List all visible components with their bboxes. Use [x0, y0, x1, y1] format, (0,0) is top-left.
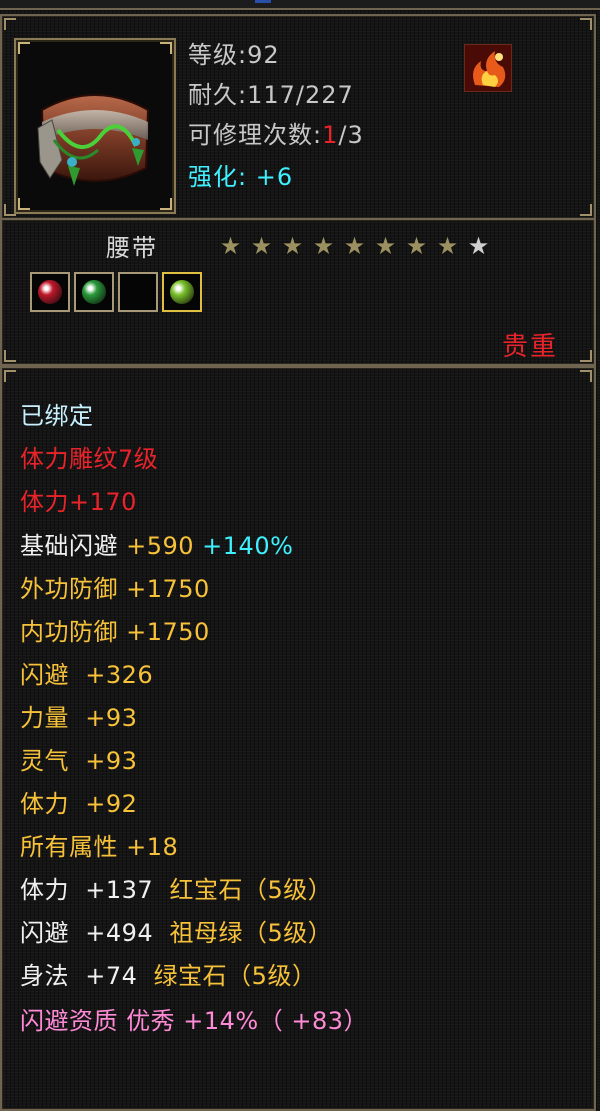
attribute-panel [0, 366, 596, 1111]
ext-def-line: 外功防御 +1750 [20, 573, 210, 605]
gem-level: （5级） [242, 919, 333, 947]
gem-slot-red[interactable] [30, 272, 70, 312]
enhance-value: +6 [255, 163, 294, 191]
corner-ornament [4, 350, 16, 362]
repair-total: /3 [338, 121, 364, 149]
gem-slot-emerald[interactable] [74, 272, 114, 312]
attr-value: +93 [69, 704, 138, 732]
gem-icon [82, 280, 106, 304]
all-attributes-line: 所有属性 +18 [20, 831, 178, 863]
attr-value: +1750 [118, 575, 210, 603]
belt-icon [37, 94, 150, 186]
bound-status: 已绑定 [20, 402, 94, 430]
level-row: 等级:92 [188, 40, 280, 70]
base-dodge-line: 基础闪避 +590 +140% [20, 530, 293, 562]
durability-value: 117/227 [247, 81, 354, 109]
top-accent [255, 0, 271, 3]
attr-value: +93 [69, 747, 138, 775]
int-def-line: 内功防御 +1750 [20, 616, 210, 648]
gem-slot-empty[interactable] [118, 272, 158, 312]
gem-level: （5级） [227, 962, 317, 990]
corner-ornament [4, 18, 16, 30]
enhance-row: 强化: +6 [188, 162, 293, 192]
star-filled-icon: ★ [281, 232, 304, 260]
star-filled-icon: ★ [405, 232, 428, 260]
quality-label: 贵重 [501, 332, 558, 362]
gem-name: 绿宝石 [137, 962, 228, 990]
frame-corner [160, 198, 172, 210]
gem-stat: 体力 +137 [20, 876, 154, 904]
attr-label: 所有属性 [20, 833, 118, 861]
star-filled-icon: ★ [219, 232, 242, 260]
corner-ornament [580, 350, 592, 362]
item-header-panel: 等级:92 耐久:117/227 可修理次数:1/3 强化: +6 [0, 14, 596, 220]
star-filled-icon: ★ [374, 232, 397, 260]
gem-slots [30, 272, 202, 312]
frame-corner [18, 198, 30, 210]
gem-bonus-line-emerald: 闪避 +494 祖母绿（5级） [20, 917, 332, 949]
gem-name: 祖母绿 [153, 919, 243, 947]
gem-level: （5级） [242, 876, 333, 904]
frame-corner [160, 42, 172, 54]
repair-label: 可修理次数: [188, 121, 323, 149]
gem-bonus-line-green: 身法 +74 绿宝石（5级） [20, 960, 316, 992]
attr-value: +18 [118, 833, 179, 861]
attr-value: +326 [69, 661, 154, 689]
repair-used: 1 [322, 121, 339, 149]
attr-label: 基础闪避 [20, 532, 118, 560]
corner-ornament [4, 370, 16, 382]
fire-skill-icon[interactable] [464, 44, 512, 92]
gem-icon [170, 280, 194, 304]
strength-line: 力量 +93 [20, 702, 137, 734]
attr-label: 力量 [20, 704, 69, 732]
repair-row: 可修理次数:1/3 [188, 120, 364, 150]
star-empty-icon: ★ [467, 232, 490, 260]
star-filled-icon: ★ [250, 232, 273, 260]
corner-ornament [580, 370, 592, 382]
attr-value: +590 [118, 532, 195, 560]
top-strip [0, 0, 600, 10]
aptitude-line: 闪避资质 优秀 +14%（ +83） [20, 1007, 368, 1035]
item-icon-frame [14, 38, 176, 214]
gem-stat: 身法 +74 [20, 962, 138, 990]
corner-ornament [580, 204, 592, 216]
frame-corner [18, 42, 30, 54]
spirit-line: 灵气 +93 [20, 745, 137, 777]
attr-label: 外功防御 [20, 575, 118, 603]
dodge-line: 闪避 +326 [20, 659, 153, 691]
gem-bonus-line-ruby: 体力 +137 红宝石（5级） [20, 874, 332, 906]
attr-label: 体力 [20, 790, 69, 818]
star-filled-icon: ★ [436, 232, 459, 260]
durability-row: 耐久:117/227 [188, 80, 354, 110]
attr-value: +92 [69, 790, 138, 818]
flame-icon [465, 45, 511, 91]
attr-label: 闪避 [20, 661, 69, 689]
attr-percent: +140% [194, 532, 294, 560]
star-filled-icon: ★ [312, 232, 335, 260]
attr-label: 内功防御 [20, 618, 118, 646]
gem-icon [38, 280, 62, 304]
engrave-line: 体力雕纹7级 [20, 445, 159, 473]
corner-ornament [580, 18, 592, 30]
star-rating: ★ ★ ★ ★ ★ ★ ★ ★ ★ [216, 234, 493, 258]
item-name: 腰带 [106, 234, 158, 262]
gem-name: 红宝石 [153, 876, 243, 904]
gem-slot-green[interactable] [162, 272, 202, 312]
level-label: 等级: [188, 41, 248, 69]
level-value: 92 [247, 41, 280, 69]
engrave-bonus-line: 体力+170 [20, 488, 137, 516]
gem-stat: 闪避 +494 [20, 919, 154, 947]
attr-label: 灵气 [20, 747, 69, 775]
enhance-label: 强化: [188, 163, 248, 191]
vitality-line: 体力 +92 [20, 788, 137, 820]
star-filled-icon: ★ [343, 232, 366, 260]
durability-label: 耐久: [188, 81, 248, 109]
attr-value: +1750 [118, 618, 210, 646]
